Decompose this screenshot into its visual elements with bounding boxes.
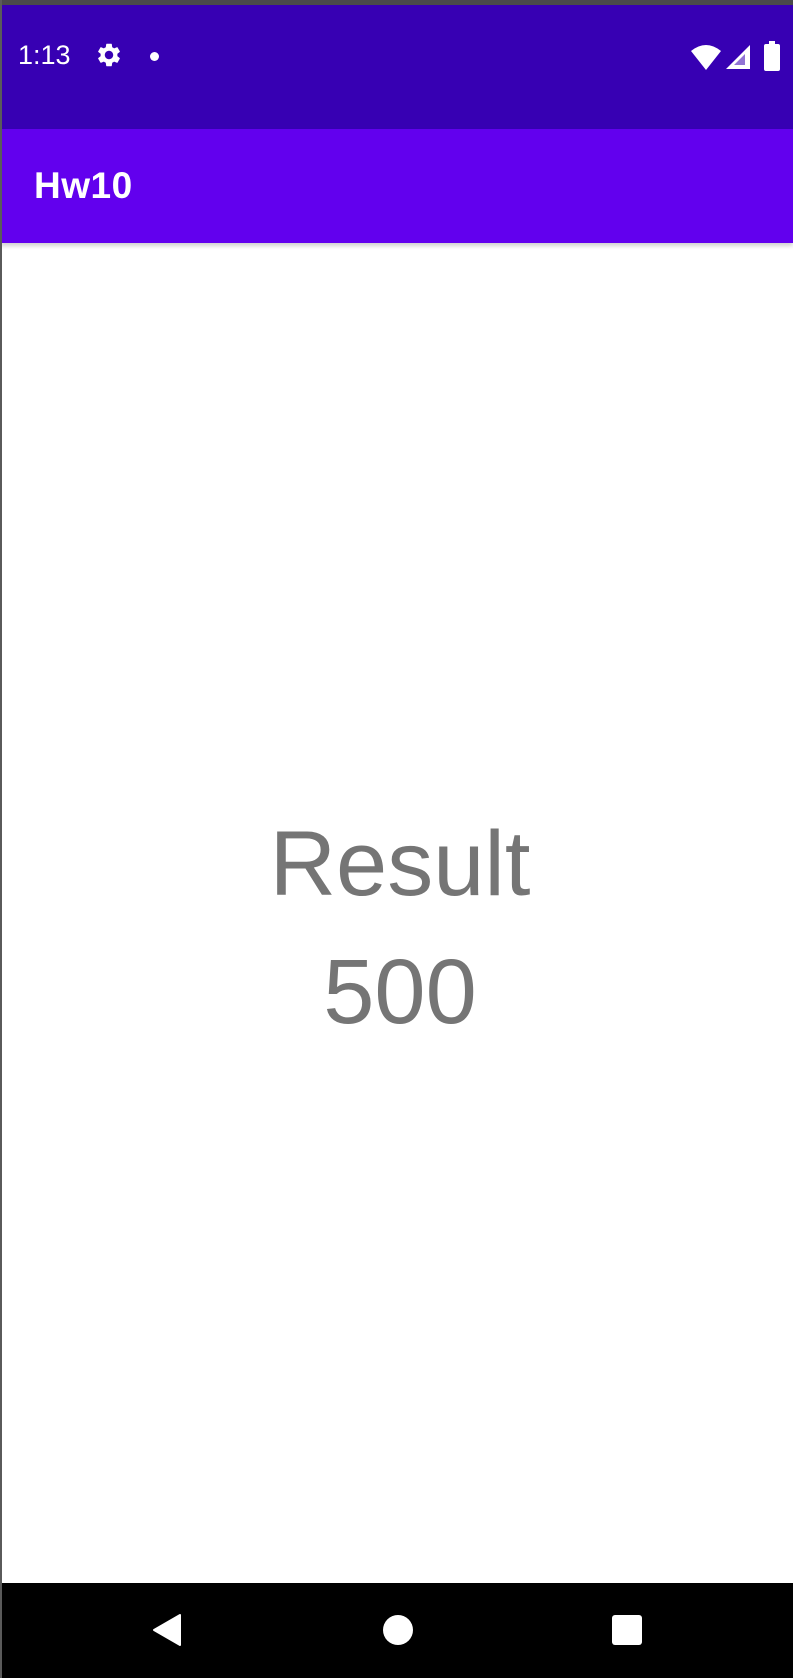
phone-screen: 1:13 Hw10 Result 500 bbox=[0, 0, 793, 1678]
main-content: Result 500 bbox=[0, 243, 793, 1583]
home-icon[interactable] bbox=[383, 1615, 413, 1645]
wifi-icon bbox=[691, 45, 721, 70]
battery-icon bbox=[764, 41, 780, 71]
gear-icon bbox=[98, 43, 120, 67]
status-bar: 1:13 bbox=[0, 5, 793, 129]
device-frame-left bbox=[0, 0, 2, 1678]
signal-icon bbox=[726, 45, 750, 69]
result-display: Result 500 bbox=[0, 800, 793, 1056]
status-time: 1:13 bbox=[18, 40, 71, 70]
back-icon[interactable] bbox=[152, 1613, 182, 1647]
recents-icon[interactable] bbox=[612, 1615, 642, 1645]
notification-dot-icon bbox=[150, 52, 159, 61]
navigation-bar bbox=[0, 1583, 793, 1678]
app-title: Hw10 bbox=[34, 165, 133, 206]
result-label: Result bbox=[269, 813, 531, 915]
app-bar: Hw10 bbox=[0, 129, 793, 243]
result-value: 500 bbox=[323, 941, 477, 1043]
